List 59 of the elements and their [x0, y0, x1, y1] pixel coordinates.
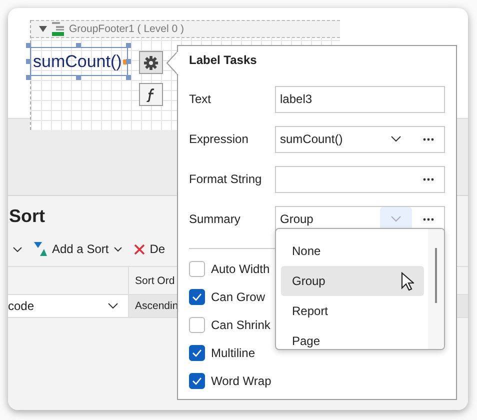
dropdown-button[interactable]	[11, 244, 24, 254]
function-button[interactable]	[139, 83, 163, 106]
input-field[interactable]: label3	[275, 86, 445, 112]
dropdown-option[interactable]: Page	[281, 326, 424, 349]
checkbox-label: Word Wrap	[211, 374, 272, 388]
dropdown-option[interactable]: Group	[281, 266, 424, 296]
resize-handle[interactable]	[26, 43, 31, 48]
scrollbar[interactable]	[428, 229, 444, 349]
field-label: Summary	[189, 212, 242, 226]
checkbox[interactable]	[189, 261, 205, 277]
input-field[interactable]	[275, 166, 445, 192]
checkbox-label: Multiline	[211, 346, 256, 360]
field-label: Expression	[189, 132, 250, 146]
check-icon	[192, 377, 202, 385]
resize-handle[interactable]	[76, 75, 81, 80]
collapse-icon	[39, 26, 47, 32]
function-icon	[146, 88, 156, 102]
resize-handle[interactable]	[26, 59, 31, 64]
panel-title: Label Tasks	[189, 53, 258, 69]
resize-handle[interactable]	[126, 43, 131, 48]
checkbox-label: Auto Width	[211, 262, 270, 276]
checkbox[interactable]	[189, 317, 205, 333]
add-sort-button[interactable]: Add a Sort	[32, 240, 124, 258]
chevron-down-icon	[114, 246, 122, 252]
dropdown-option[interactable]: None	[281, 236, 424, 266]
checkbox[interactable]	[189, 373, 205, 389]
more-icon	[422, 138, 434, 140]
checkbox[interactable]	[189, 345, 205, 361]
chevron-down-icon	[108, 303, 118, 309]
chevron-down-icon	[13, 246, 22, 252]
panel-title: Sort	[9, 206, 45, 228]
band-icon	[52, 22, 64, 36]
combo-box[interactable]: sumCount()	[275, 126, 445, 152]
check-icon	[192, 293, 202, 301]
close-icon	[134, 244, 145, 254]
checkbox[interactable]	[189, 289, 205, 305]
settings-icon	[144, 56, 158, 70]
delete-button[interactable]: De	[132, 240, 168, 258]
field-label: Text	[189, 92, 212, 106]
settings-button[interactable]	[139, 51, 163, 74]
resize-handle[interactable]	[126, 59, 131, 64]
chevron-down-icon	[391, 216, 401, 222]
more-icon	[422, 218, 434, 220]
sort-icon	[34, 242, 47, 256]
band-title: GroupFooter1 ( Level 0 )	[69, 23, 184, 35]
dropdown-option[interactable]: Report	[281, 296, 424, 326]
label-text: sumCount()	[33, 52, 122, 72]
table-cell[interactable]: Ascendin	[135, 300, 178, 312]
resize-handle[interactable]	[76, 43, 81, 48]
resize-handle[interactable]	[126, 75, 131, 80]
chevron-down-icon	[391, 136, 401, 142]
more-icon	[422, 178, 434, 180]
cursor-icon	[401, 272, 414, 291]
column-header[interactable]: Sort Ord	[135, 274, 175, 286]
resize-handle[interactable]	[26, 75, 31, 80]
check-icon	[192, 349, 202, 357]
field-label: Format String	[189, 172, 263, 186]
checkbox-label: Can Grow	[211, 290, 266, 304]
checkbox-label: Can Shrink	[211, 318, 270, 332]
